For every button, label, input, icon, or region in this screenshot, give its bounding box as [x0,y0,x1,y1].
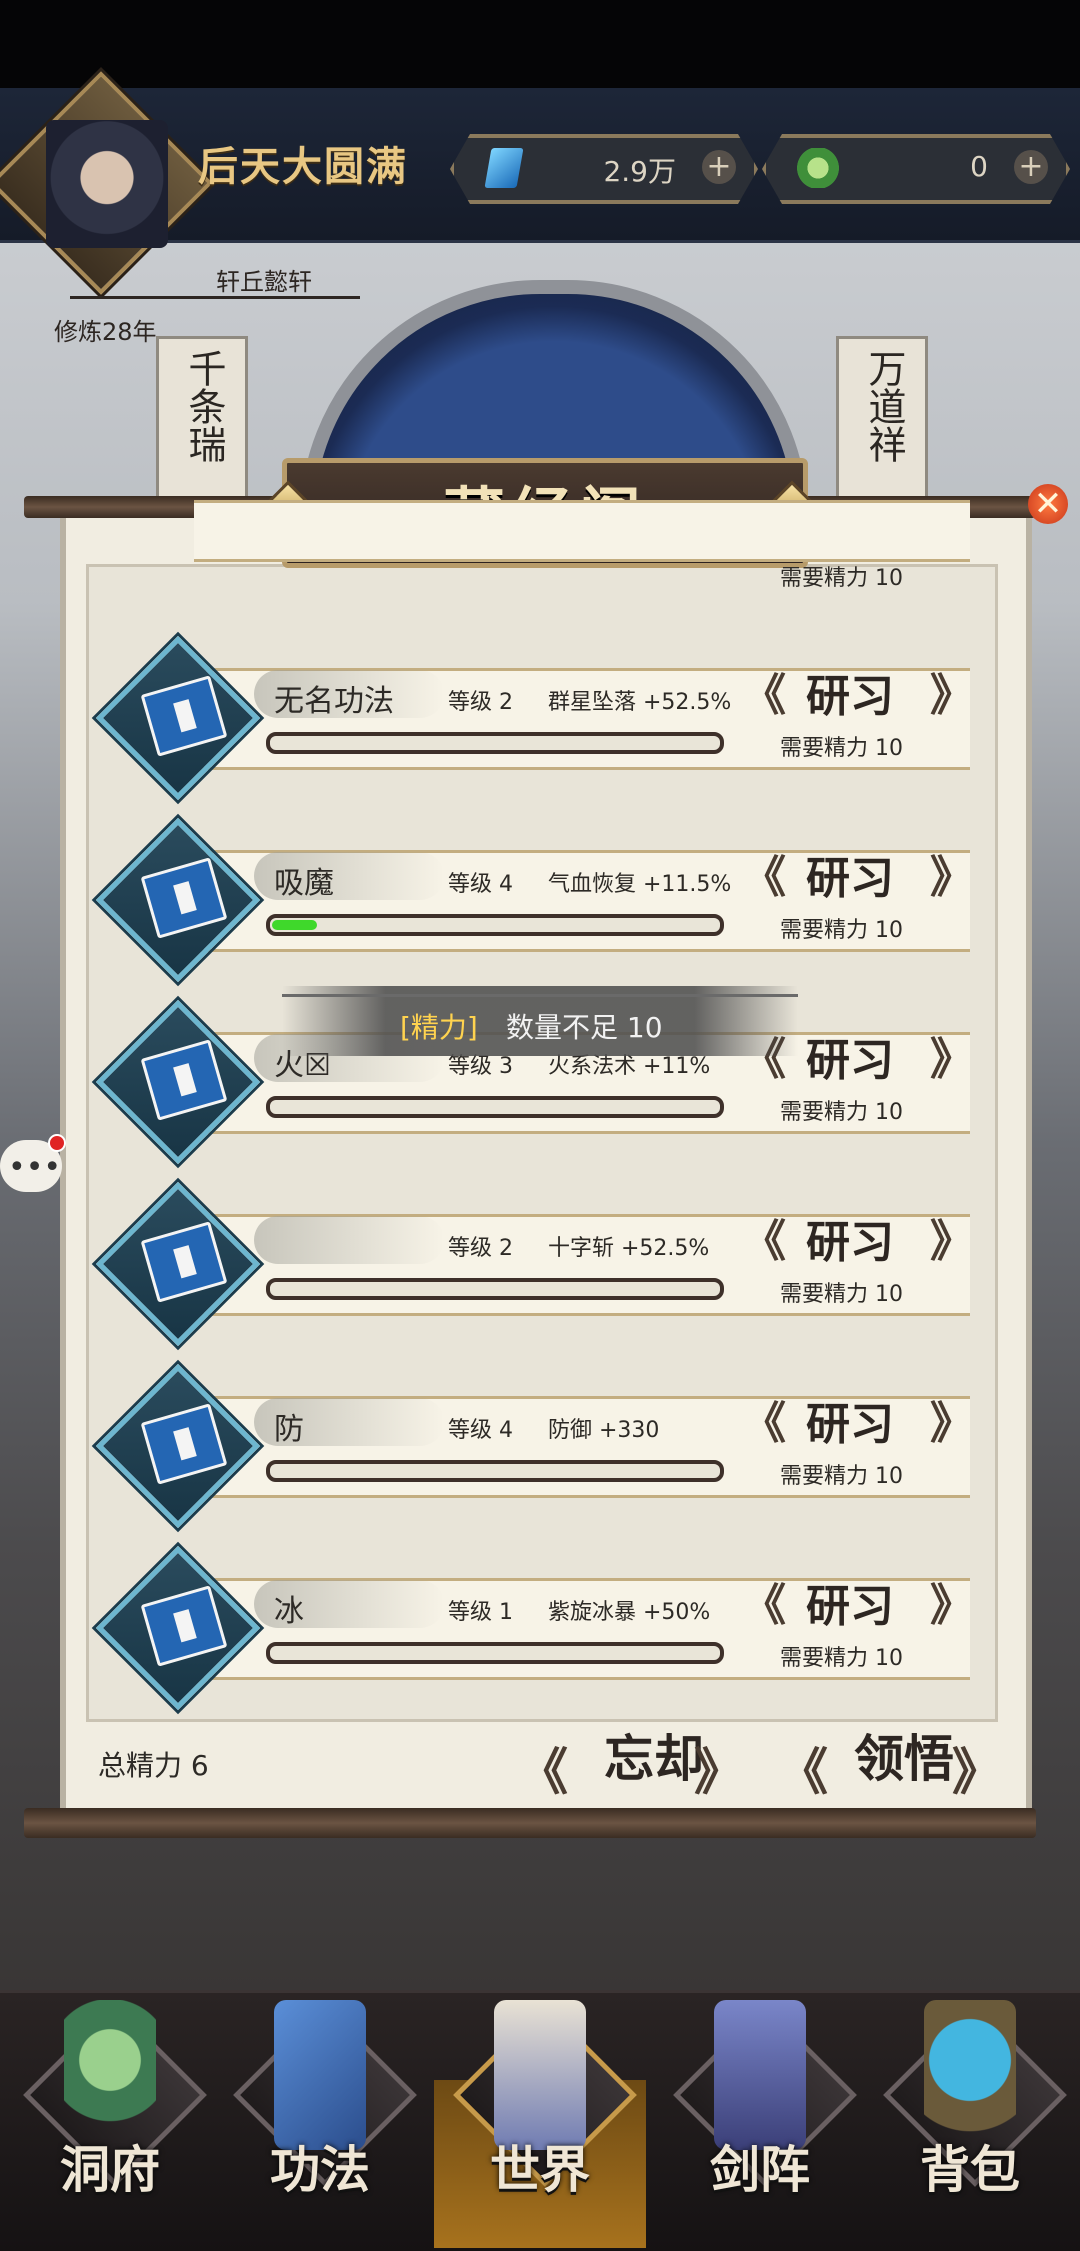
skill-cost: 需要精力 10 [780,1464,903,1489]
skill-effect: 十字斩 +52.5% [548,1236,710,1261]
chevron-right-icon: 》 [930,1034,974,1085]
skill-row: 等级 2 十字斩 +52.5% 《 研习 》 需要精力 10 [95,1181,974,1347]
chevron-right-icon: 》 [930,852,974,903]
gem-currency: 2.9万 + [450,134,758,204]
add-gem-button[interactable]: + [702,150,736,184]
study-button[interactable]: 研习 [750,1216,950,1270]
nav-label: 背包 [920,2140,1020,2199]
progress-fill [272,920,317,930]
skill-level: 等级 2 [448,690,513,715]
name-ink-splash [254,1216,444,1264]
skill-progress-bar [266,732,724,754]
skill-level: 等级 4 [448,1418,513,1443]
toast-resource-name: [精力] [400,1011,478,1044]
close-button[interactable]: ✕ [1028,484,1068,524]
skill-row: 吸魔 等级 4 气血恢复 +11.5% 《 研习 》 需要精力 10 [95,817,974,983]
skill-row-partial: 需要精力 10 [104,500,970,630]
world-banner-icon [494,2000,586,2150]
skill-progress-bar [266,1278,724,1300]
jade-currency: 0 + [762,134,1070,204]
name-underline [70,296,360,299]
nav-item-dongfu[interactable]: 洞府 [10,1980,210,2210]
jade-icon [796,148,840,188]
skill-level: 等级 2 [448,1236,513,1261]
skill-level: 等级 1 [448,1600,513,1625]
nav-label: 剑阵 [710,2140,810,2199]
nav-label: 洞府 [60,2140,160,2199]
skill-name: 吸魔 [274,866,334,901]
nav-item-world[interactable]: 世界 [440,1980,640,2210]
realm-title: 后天大圆满 [198,143,408,190]
scroll-right-text: 万道祥 [862,349,906,463]
nav-label: 世界 [490,2140,590,2199]
notification-dot [48,1134,66,1152]
skill-effect: 气血恢复 +11.5% [548,872,732,897]
chevron-right-icon: 》 [930,670,974,721]
skill-progress-bar [266,1642,724,1664]
skill-cost: 需要精力 10 [780,736,903,761]
skill-progress-bar [266,1460,724,1482]
row-band [194,500,970,562]
chevron-right-icon: 》 [930,1580,974,1631]
study-button[interactable]: 研习 [750,1398,950,1452]
scroll-left-text: 千条瑞 [182,349,226,463]
skill-name: 冰 [274,1594,304,1629]
chevron-right-icon: 》 [930,1398,974,1449]
toast-text: 数量不足 10 [506,1011,663,1044]
skill-row: 无名功法 等级 2 群星坠落 +52.5% 《 研习 》 需要精力 10 [95,635,974,801]
nav-item-gongfa[interactable]: 功法 [220,1980,420,2210]
chevron-right-icon: 》 [694,1743,744,1801]
skill-row: 防 等级 4 防御 +330 《 研习 》 需要精力 10 [95,1363,974,1529]
skill-cost: 需要精力 10 [780,566,903,591]
skill-row: 冰 等级 1 紫旋冰暴 +50% 《 研习 》 需要精力 10 [95,1545,974,1711]
immortal-figure-icon [64,2000,156,2150]
study-button[interactable]: 研习 [750,1580,950,1634]
skill-effect: 群星坠落 +52.5% [548,690,732,715]
scroll-rod-bottom [24,1808,1036,1838]
sword-formation-icon [714,2000,806,2150]
jade-amount: 0 [970,150,988,183]
add-jade-button[interactable]: + [1014,150,1048,184]
study-button[interactable]: 研习 [750,852,950,906]
skill-effect: 紫旋冰暴 +50% [548,1600,711,1625]
player-name: 轩丘懿轩 [216,268,312,296]
blue-gem-icon [484,148,523,188]
skill-cost: 需要精力 10 [780,1100,903,1125]
skill-progress-bar [266,914,724,936]
scroll-book-icon [274,2000,366,2150]
study-button[interactable]: 研习 [750,670,950,724]
nav-item-beibao[interactable]: 背包 [870,1980,1070,2210]
skill-cost: 需要精力 10 [780,1646,903,1671]
hanging-scroll-right: 万道祥 [836,336,928,502]
nav-item-jianzhen[interactable]: 剑阵 [660,1980,860,2210]
chevron-right-icon: 》 [952,1743,1002,1801]
bag-icon [924,2000,1016,2150]
skill-cost: 需要精力 10 [780,918,903,943]
nav-label: 功法 [270,2140,370,2199]
status-bar [0,0,1080,88]
hanging-scroll-left: 千条瑞 [156,336,248,502]
avatar[interactable] [46,120,168,248]
skill-level: 等级 4 [448,872,513,897]
total-energy: 总精力 6 [98,1749,209,1782]
cultivation-years: 修炼28年 [54,318,157,346]
skill-cost: 需要精力 10 [780,1282,903,1307]
chevron-right-icon: 》 [930,1216,974,1267]
skill-name: 无名功法 [274,684,394,719]
skill-progress-bar [266,1096,724,1118]
toast-divider [282,994,798,997]
gem-amount: 2.9万 [603,155,676,188]
skill-name: 防 [274,1412,304,1447]
chat-dots-icon: ••• [8,1150,62,1185]
skill-effect: 防御 +330 [548,1418,660,1443]
